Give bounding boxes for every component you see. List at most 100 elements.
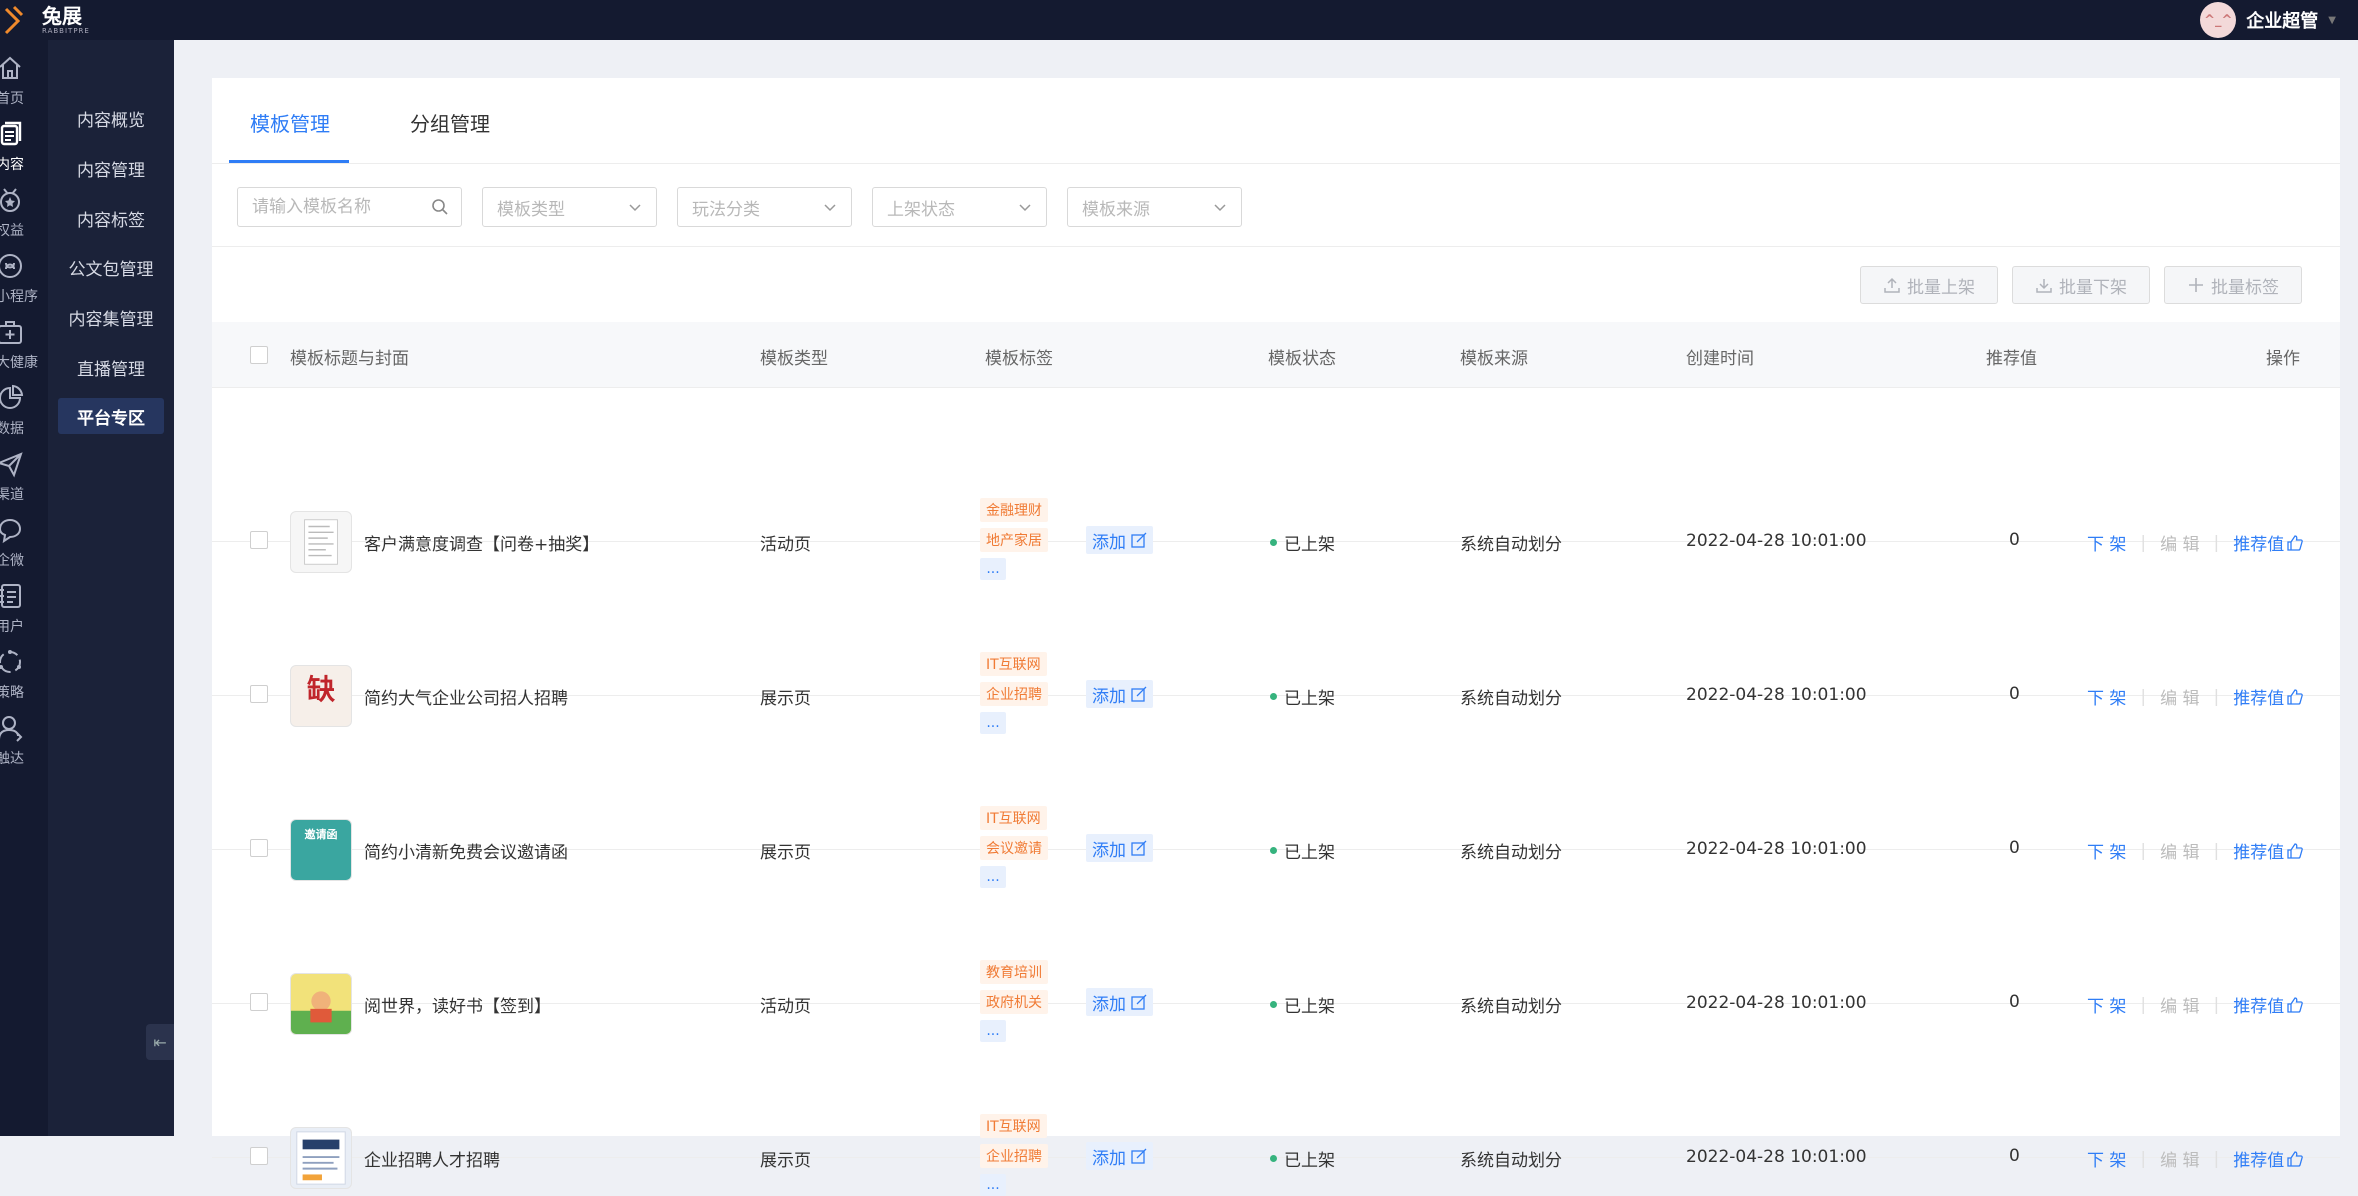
paper-plane-icon [0, 452, 23, 478]
brand-subtitle: RABBITPRE [42, 26, 90, 35]
tab-bar: 模板管理 分组管理 [212, 78, 2340, 164]
row-checkbox[interactable] [250, 1147, 268, 1165]
batch-off-shelf-button[interactable]: 批量下架 [2012, 266, 2150, 304]
template-name-search-input[interactable] [252, 197, 442, 217]
nav-miniprogram[interactable]: 小程序 [0, 252, 48, 322]
brand-logo[interactable]: 兔展 RABBITPRE [2, 0, 90, 40]
nav-reach[interactable]: 触达 [0, 714, 48, 784]
pie-chart-icon [0, 384, 24, 409]
column-operations: 操作 [2266, 349, 2300, 369]
chevron-down-icon [1019, 204, 1031, 212]
medal-icon [0, 188, 20, 212]
document-icon [0, 121, 22, 146]
link-icon [0, 254, 22, 278]
template-type: 展示页 [760, 1151, 811, 1171]
column-score: 推荐值 [1986, 349, 2037, 369]
tag-chip: IT互联网 [980, 1114, 1047, 1138]
rabbit-logo-icon [4, 5, 24, 35]
template-type-select[interactable]: 模板类型 [482, 187, 657, 227]
chevron-down-icon [824, 204, 836, 212]
nav-health[interactable]: 大健康 [0, 318, 48, 388]
table-row: 邀请函 简约小清新免费会议邀请函 展示页 IT互联网 会议邀请 ... 添加 已… [212, 697, 2340, 888]
recommend-link[interactable]: 推荐值 [2233, 1146, 2284, 1171]
chat-icon [0, 518, 22, 544]
nav-wecom[interactable]: 企微 [0, 516, 48, 586]
user-name: 企业超管 [2246, 11, 2319, 32]
table-row: 阅世界，读好书【签到】 活动页 教育培训 政府机关 ... 添加 已上架 系统自… [212, 851, 2340, 1042]
column-tags: 模板标签 [985, 349, 1053, 369]
filter-bar: 模板类型 玩法分类 上架状态 模板来源 [212, 165, 2340, 247]
upload-icon [1884, 277, 1900, 293]
subnav-platform-zone[interactable]: 平台专区 [58, 398, 164, 434]
batch-tag-button[interactable]: 批量标签 [2164, 266, 2302, 304]
tag-chip: IT互联网 [980, 652, 1047, 676]
nav-users[interactable]: 用户 [0, 582, 48, 652]
user-icon [0, 716, 23, 742]
status-badge: 已上架 [1270, 1146, 1335, 1171]
cycle-icon [0, 650, 21, 673]
nav-data[interactable]: 数据 [0, 384, 48, 454]
user-menu[interactable]: ^_^ 企业超管 ▼ [2200, 0, 2336, 40]
table-row: 缺 简约大气企业公司招人招聘 展示页 IT互联网 企业招聘 ... 添加 已上架… [212, 543, 2340, 734]
subnav-content-sets[interactable]: 内容集管理 [58, 299, 164, 335]
contacts-icon [0, 584, 21, 608]
tag-chip: 教育培训 [980, 960, 1048, 984]
main-panel: 模板管理 分组管理 模板类型 玩法分类 上架状态 模板来源 批量上架 [212, 78, 2340, 1196]
table-header: 模板标题与封面 模板类型 模板标签 模板状态 模板来源 创建时间 推荐值 操作 [212, 322, 2340, 388]
active-tab-indicator [229, 160, 349, 163]
medkit-icon [0, 321, 22, 344]
chevron-down-icon [1214, 204, 1226, 212]
batch-on-shelf-button[interactable]: 批量上架 [1860, 266, 1998, 304]
row-operations: 下 架 | 编 辑 | 推荐值 [2087, 1146, 2304, 1171]
plus-icon [2189, 278, 2203, 292]
subnav-live[interactable]: 直播管理 [58, 349, 164, 385]
template-cover[interactable] [290, 1127, 352, 1189]
edit-link[interactable]: 编 辑 [2160, 1146, 2199, 1171]
tag-chip: IT互联网 [980, 806, 1047, 830]
nav-home[interactable]: 首页 [0, 54, 48, 124]
nav-strategy[interactable]: 策略 [0, 648, 48, 718]
invite-thumbnail-text: 邀请函 [304, 828, 338, 841]
search-icon [432, 199, 448, 215]
search-box[interactable] [237, 187, 462, 227]
template-source-select[interactable]: 模板来源 [1067, 187, 1242, 227]
tab-template-manage[interactable]: 模板管理 [250, 108, 330, 137]
status-dot [1270, 1155, 1277, 1162]
edit-icon [1131, 1148, 1147, 1164]
created-time: 2022-04-28 10:01:00 [1686, 1147, 1867, 1167]
chevron-down-icon: ▼ [2328, 14, 2336, 26]
more-tags-button[interactable]: ... [980, 1174, 1006, 1196]
column-created: 创建时间 [1686, 349, 1754, 369]
column-title: 模板标题与封面 [290, 349, 409, 369]
off-shelf-link[interactable]: 下 架 [2087, 1146, 2126, 1171]
nav-content[interactable]: 内容 [0, 120, 48, 190]
download-icon [2036, 279, 2052, 293]
shelf-status-select[interactable]: 上架状态 [872, 187, 1047, 227]
tag-chip: 金融理财 [980, 498, 1048, 522]
subnav-content-manage[interactable]: 内容管理 [58, 150, 164, 186]
nav-channel[interactable]: 渠道 [0, 450, 48, 520]
tab-group-manage[interactable]: 分组管理 [410, 108, 490, 137]
column-source: 模板来源 [1460, 349, 1528, 369]
subnav-briefcase[interactable]: 公文包管理 [58, 249, 164, 285]
collapse-sidebar-button[interactable]: ⇤ [146, 1024, 174, 1060]
talent-thumbnail-icon [296, 1131, 346, 1185]
play-category-select[interactable]: 玩法分类 [677, 187, 852, 227]
subnav-content-overview[interactable]: 内容概览 [58, 100, 164, 136]
home-icon [0, 56, 21, 79]
select-all-checkbox[interactable] [250, 346, 268, 364]
nav-benefits[interactable]: 权益 [0, 186, 48, 256]
template-source: 系统自动划分 [1460, 1151, 1562, 1171]
table-row: 客户满意度调查【问卷+抽奖】 活动页 金融理财 地产家居 ... 添加 已上架 … [212, 389, 2340, 580]
thumbs-up-icon [2287, 1150, 2304, 1167]
top-bar: 兔展 RABBITPRE ^_^ 企业超管 ▼ [0, 0, 2358, 40]
template-title[interactable]: 企业招聘人才招聘 [364, 1146, 500, 1171]
recommend-score: 0 [2009, 1146, 2020, 1166]
collapse-icon: ⇤ [153, 1032, 167, 1052]
column-status: 模板状态 [1268, 349, 1336, 369]
brand-name: 兔展 [42, 3, 82, 28]
add-tag-button[interactable]: 添加 [1086, 1142, 1153, 1170]
tag-chip: 企业招聘 [980, 1144, 1048, 1168]
secondary-sidebar: 内容概览 内容管理 内容标签 公文包管理 内容集管理 直播管理 平台专区 [48, 40, 174, 1136]
subnav-content-tags[interactable]: 内容标签 [58, 200, 164, 236]
